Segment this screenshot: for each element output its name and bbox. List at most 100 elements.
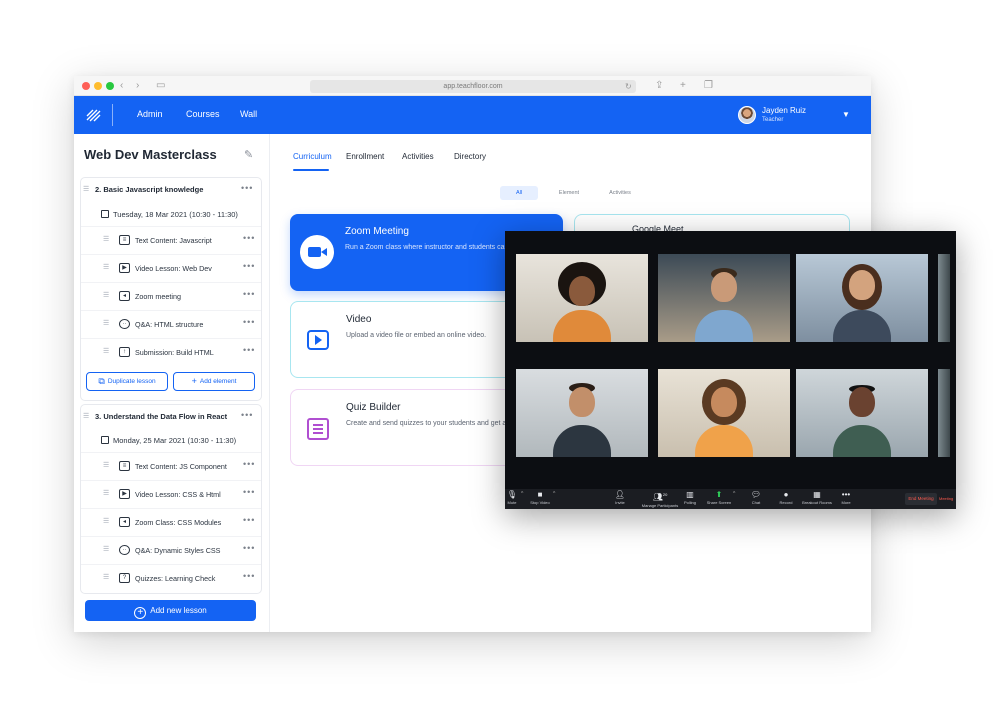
- lesson-item[interactable]: ☰ ◂ Zoom meeting •••: [81, 282, 261, 308]
- stop-video-button[interactable]: ■ Stop Video: [525, 490, 555, 505]
- lesson-item[interactable]: ☰ ▶ Video Lesson: Web Dev •••: [81, 254, 261, 280]
- participant-video-tile[interactable]: [658, 369, 790, 457]
- forward-icon[interactable]: ›: [136, 79, 139, 93]
- reload-icon[interactable]: ↻: [625, 80, 632, 94]
- drag-handle-icon[interactable]: ☰: [83, 185, 89, 193]
- lesson-more-icon[interactable]: •••: [241, 410, 253, 420]
- teachfloor-logo-icon[interactable]: [86, 107, 102, 123]
- duplicate-lesson-button[interactable]: ⧉ Duplicate lesson: [86, 372, 168, 391]
- add-new-lesson-button[interactable]: + Add new lesson: [85, 600, 256, 621]
- close-window-button[interactable]: [82, 82, 90, 90]
- calendar-icon: [101, 210, 109, 218]
- filter-all[interactable]: All: [500, 186, 538, 200]
- item-more-icon[interactable]: •••: [243, 543, 255, 553]
- item-more-icon[interactable]: •••: [243, 571, 255, 581]
- invite-button[interactable]: 👤︎ Invite: [605, 490, 635, 505]
- lesson-item-label: Text Content: JS Component: [135, 462, 227, 471]
- participant-video-tile[interactable]: [658, 254, 790, 342]
- item-more-icon[interactable]: •••: [243, 487, 255, 497]
- chat-bubble-icon: 💬︎: [750, 490, 762, 499]
- end-meeting-button[interactable]: End Meeting: [905, 493, 937, 505]
- mute-options-caret-icon[interactable]: ^: [521, 491, 523, 497]
- nav-link-courses[interactable]: Courses: [186, 109, 220, 119]
- tab-directory[interactable]: Directory: [454, 152, 486, 161]
- item-more-icon[interactable]: •••: [243, 515, 255, 525]
- lesson-item[interactable]: ☰ ≡ Text Content: Javascript •••: [81, 226, 261, 252]
- microphone-icon: 🎙︎: [506, 490, 518, 499]
- tab-curriculum[interactable]: Curriculum: [293, 152, 332, 161]
- lesson-item[interactable]: ☰ ? Quizzes: Learning Check •••: [81, 564, 261, 590]
- record-button[interactable]: ● Record: [771, 490, 801, 505]
- user-menu-caret-icon[interactable]: ▼: [842, 110, 850, 119]
- tab-enrollment[interactable]: Enrollment: [346, 152, 384, 161]
- drag-handle-icon[interactable]: ☰: [103, 235, 109, 243]
- lesson-section-3: ☰ 3. Understand the Data Flow in React •…: [80, 404, 262, 594]
- polling-button[interactable]: ▥ Polling: [675, 490, 705, 505]
- chat-button[interactable]: 💬︎ Chat: [741, 490, 771, 505]
- text-content-icon: ≡: [119, 461, 130, 471]
- plus-icon: +: [191, 376, 197, 386]
- end-meeting-button-secondary[interactable]: Meeting: [939, 493, 956, 505]
- video-lesson-icon: ▶: [119, 489, 130, 499]
- drag-handle-icon[interactable]: ☰: [103, 517, 109, 525]
- share-icon[interactable]: ⇪: [655, 79, 663, 93]
- drag-handle-icon[interactable]: ☰: [103, 573, 109, 581]
- item-more-icon[interactable]: •••: [243, 317, 255, 327]
- more-button[interactable]: ••• More: [831, 490, 861, 505]
- nav-link-wall[interactable]: Wall: [240, 109, 257, 119]
- more-dots-icon: •••: [841, 490, 851, 499]
- lesson-item-label: Submission: Build HTML: [135, 348, 214, 357]
- back-icon[interactable]: ‹: [120, 79, 123, 93]
- lesson-item[interactable]: ☰ ▶ Video Lesson: CSS & Html •••: [81, 480, 261, 506]
- mute-button[interactable]: 🎙︎ Mute: [505, 490, 527, 505]
- video-options-caret-icon[interactable]: ^: [553, 491, 555, 497]
- share-screen-icon: ⬆: [715, 490, 723, 499]
- item-more-icon[interactable]: •••: [243, 345, 255, 355]
- lesson-item[interactable]: ☰ ·· Q&A: HTML structure •••: [81, 310, 261, 336]
- item-more-icon[interactable]: •••: [243, 233, 255, 243]
- minimize-window-button[interactable]: [94, 82, 102, 90]
- participant-video-tile[interactable]: [516, 369, 648, 457]
- drag-handle-icon[interactable]: ☰: [103, 319, 109, 327]
- add-element-button[interactable]: + Add element: [173, 372, 255, 391]
- breakout-rooms-button[interactable]: ▦ Breakout Rooms: [799, 490, 835, 505]
- zoom-camera-icon: ◂: [119, 517, 130, 527]
- user-role: Teacher: [762, 117, 784, 123]
- maximize-window-button[interactable]: [106, 82, 114, 90]
- drag-handle-icon[interactable]: ☰: [103, 347, 109, 355]
- item-more-icon[interactable]: •••: [243, 289, 255, 299]
- edit-pencil-icon[interactable]: ✎: [244, 148, 253, 161]
- url-bar[interactable]: app.teachfloor.com: [310, 80, 636, 93]
- lesson-item[interactable]: ☰ ↑ Submission: Build HTML •••: [81, 338, 261, 364]
- filter-element[interactable]: Element: [550, 186, 588, 200]
- tab-activities[interactable]: Activities: [402, 152, 434, 161]
- lesson-title: 2. Basic Javascript knowledge: [95, 185, 204, 194]
- lesson-item[interactable]: ☰ ◂ Zoom Class: CSS Modules •••: [81, 508, 261, 534]
- item-more-icon[interactable]: •••: [243, 261, 255, 271]
- user-avatar[interactable]: [738, 106, 756, 124]
- tabs-overview-icon[interactable]: ❐: [704, 79, 713, 93]
- lesson-item[interactable]: ☰ ≡ Text Content: JS Component •••: [81, 452, 261, 478]
- participant-video-tile[interactable]: [516, 254, 648, 342]
- new-tab-icon[interactable]: +: [680, 79, 686, 93]
- drag-handle-icon[interactable]: ☰: [103, 291, 109, 299]
- lesson-more-icon[interactable]: •••: [241, 183, 253, 193]
- video-camera-icon: ■: [537, 490, 543, 499]
- sidebar-toggle-icon[interactable]: ▭: [156, 79, 165, 93]
- qa-bubble-icon: ··: [119, 545, 130, 555]
- lesson-item[interactable]: ☰ ·· Q&A: Dynamic Styles CSS •••: [81, 536, 261, 562]
- drag-handle-icon[interactable]: ☰: [103, 263, 109, 271]
- share-screen-button[interactable]: ⬆ Share Screen: [704, 490, 734, 505]
- nav-link-admin[interactable]: Admin: [137, 109, 163, 119]
- drag-handle-icon[interactable]: ☰: [103, 489, 109, 497]
- drag-handle-icon[interactable]: ☰: [83, 412, 89, 420]
- drag-handle-icon[interactable]: ☰: [103, 545, 109, 553]
- participant-video-tile[interactable]: [796, 254, 928, 342]
- participant-video-tile[interactable]: [796, 369, 928, 457]
- share-options-caret-icon[interactable]: ^: [733, 491, 735, 497]
- filter-activities[interactable]: Activities: [600, 186, 640, 200]
- drag-handle-icon[interactable]: ☰: [103, 461, 109, 469]
- participant-video-tile-edge: [938, 254, 950, 342]
- item-more-icon[interactable]: •••: [243, 459, 255, 469]
- quiz-book-icon: [307, 418, 329, 440]
